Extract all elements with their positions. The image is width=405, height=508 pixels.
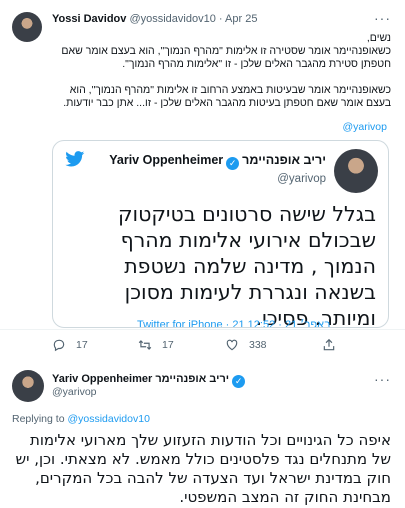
main-tweet[interactable]: Yossi Davidov @yossidavidov10 · Apr 25 ·… — [0, 0, 405, 352]
verified-badge-icon: ✓ — [226, 157, 240, 170]
quoted-avatar[interactable] — [334, 149, 378, 193]
tweet-header: Yossi Davidov @yossidavidov10 · Apr 25 — [52, 13, 257, 25]
quoted-handle[interactable]: @yarivop — [277, 173, 326, 185]
reply-button[interactable]: 17 — [52, 338, 88, 352]
reply-author-handle[interactable]: @yarivop — [52, 386, 97, 398]
reply-tweet[interactable]: Yariv Oppenheimer יריב אופנהיימר ✓ @yariv… — [0, 361, 405, 508]
reply-count: 17 — [76, 339, 88, 351]
author-name-he: יריב אופנהיימר — [155, 373, 230, 385]
retweet-button[interactable]: 17 — [138, 338, 174, 352]
retweet-count: 17 — [162, 339, 174, 351]
like-count: 338 — [249, 339, 267, 351]
like-button[interactable]: 338 — [225, 338, 267, 352]
share-button[interactable] — [322, 338, 346, 352]
avatar[interactable] — [12, 12, 42, 42]
twitter-bird-icon[interactable] — [65, 151, 85, 167]
author-name[interactable]: Yossi Davidov — [52, 13, 126, 25]
tweet-paragraph: נשים, כשאופנהיימר אומר שסטירה זו אלימות … — [61, 32, 391, 70]
replying-to-link[interactable]: @yossidavidov10 — [67, 413, 149, 425]
share-icon — [323, 338, 335, 351]
author-name-en: Yariv Oppenheimer — [52, 373, 153, 385]
quoted-name-en: Yariv Oppenheimer — [109, 153, 224, 167]
quoted-name-he: יריב אופנהיימר — [242, 153, 326, 167]
tweet-actions: 17 17 338 — [52, 338, 352, 354]
avatar[interactable] — [12, 370, 44, 402]
reply-text: איפה כל הגינויים וכל הודעות הזעזוע שלך מ… — [15, 431, 391, 506]
separator: · — [218, 13, 223, 25]
reply-icon — [53, 339, 65, 352]
mention-link[interactable]: @yarivop — [342, 121, 387, 133]
verified-badge-icon: ✓ — [232, 375, 246, 388]
quoted-footer[interactable]: Twitter for iPhone · 21 באפר׳ 21 · 12:52 — [137, 319, 331, 327]
tweet-paragraph: כשאופנהיימר אומר שבעיטות באמצע הרחוב זו … — [63, 84, 391, 109]
quoted-author-name[interactable]: Yariv Oppenheimer ✓ יריב אופנהיימר — [109, 153, 326, 170]
quoted-tweet[interactable]: Yariv Oppenheimer ✓ יריב אופנהיימר @yarivo… — [52, 140, 389, 328]
replying-prefix: Replying to — [12, 413, 65, 425]
more-icon[interactable]: ··· — [374, 371, 391, 387]
tweet-text: נשים, כשאופנהיימר אומר שסטירה זו אלימות … — [52, 32, 391, 123]
retweet-icon — [138, 340, 152, 350]
like-icon — [226, 339, 238, 351]
tweet-date[interactable]: Apr 25 — [225, 13, 257, 25]
author-handle[interactable]: @yossidavidov10 — [129, 13, 215, 25]
quoted-text: בגלל שישה סרטונים בטיקטוק שבכולם אירועי … — [117, 202, 376, 328]
more-icon[interactable]: ··· — [374, 10, 391, 26]
replying-to: Replying to @yossidavidov10 — [12, 413, 150, 425]
